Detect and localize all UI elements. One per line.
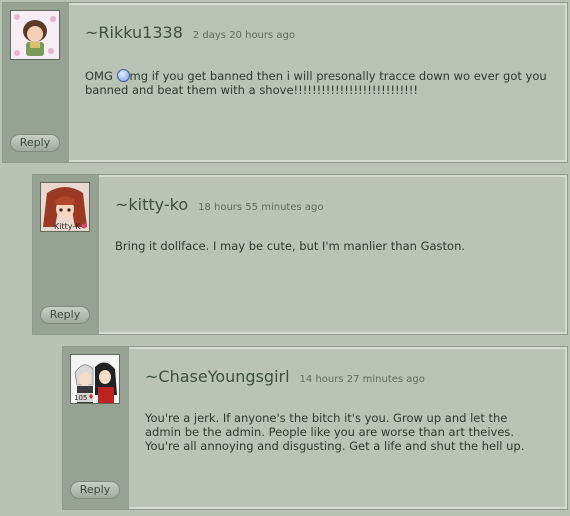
reply-button[interactable]: Reply <box>10 134 60 152</box>
avatar-label: Kitty-K <box>54 222 81 231</box>
user-avatar[interactable]: 105 <box>70 354 120 404</box>
smiley-emote-icon <box>116 69 130 82</box>
username[interactable]: ~Rikku1338 <box>85 23 183 42</box>
username[interactable]: ~kitty-ko <box>115 195 188 214</box>
comment-sidebar: 105 Reply <box>63 347 129 509</box>
comment-text: Bring it dollface. I may be cute, but I'… <box>115 239 466 253</box>
username[interactable]: ~ChaseYoungsgirl <box>145 367 290 386</box>
anime-girl-avatar-icon <box>11 11 59 59</box>
comment-timestamp: 2 days 20 hours ago <box>192 30 295 41</box>
comment: 105 Reply ~ChaseYoungsgirl 14 hours 27 mi… <box>62 346 568 510</box>
user-avatar[interactable] <box>10 10 60 60</box>
comment-sidebar: Kitty-K Reply <box>33 175 99 334</box>
comment-text: OMG <box>85 69 117 83</box>
avatar-label: 105 <box>74 394 87 402</box>
comment: Kitty-K Reply ~kitty-ko 18 hours 55 minut… <box>32 174 568 335</box>
comment-author[interactable]: ~Rikku1338 2 days 20 hours ago <box>85 23 295 42</box>
comment-text: You're a jerk. If anyone's the bitch it'… <box>145 411 525 453</box>
comment-body: OMG mg if you get banned then i will pre… <box>85 69 547 97</box>
comment-author[interactable]: ~ChaseYoungsgirl 14 hours 27 minutes ago <box>145 367 425 386</box>
comment-text: mg if you get banned then i will presona… <box>85 69 547 97</box>
red-hair-anime-avatar-icon: Kitty-K <box>41 183 89 231</box>
comment-timestamp: 14 hours 27 minutes ago <box>299 374 425 385</box>
comment-timestamp: 18 hours 55 minutes ago <box>198 202 324 213</box>
user-avatar[interactable]: Kitty-K <box>40 182 90 232</box>
reply-button[interactable]: Reply <box>70 481 120 499</box>
anime-couple-avatar-icon: 105 <box>71 355 119 403</box>
comment-sidebar: Reply <box>3 3 69 162</box>
reply-button[interactable]: Reply <box>40 306 90 324</box>
comment-author[interactable]: ~kitty-ko 18 hours 55 minutes ago <box>115 195 323 214</box>
comment: Reply ~Rikku1338 2 days 20 hours ago OMG … <box>2 2 568 163</box>
